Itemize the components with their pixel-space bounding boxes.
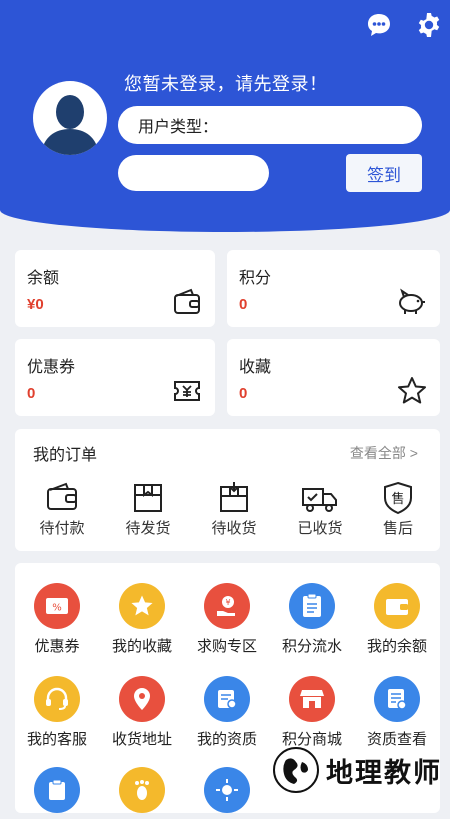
coupon-value: 0 (27, 385, 36, 402)
balance-card[interactable]: 余额 ¥0 (15, 250, 215, 327)
order-label: 待收货 (211, 520, 257, 537)
signin-button[interactable]: 签到 (346, 154, 422, 192)
footprint-icon (119, 767, 165, 813)
orders-card: 我的订单 查看全部 > 待付款 待发货 待收货 已收货 售 售后 (15, 429, 440, 551)
user-info-pill (118, 155, 269, 191)
grid-label: 我的收藏 (111, 638, 172, 655)
order-after-sales[interactable]: 售 售后 (366, 481, 430, 538)
wallet-icon (174, 288, 200, 314)
truck-icon (302, 488, 337, 512)
grid-item-row3-3[interactable] (187, 767, 267, 819)
user-type-field: 用户类型： (118, 106, 422, 144)
grid-item-row3-1[interactable] (17, 767, 97, 819)
grid-item-customer-service[interactable]: 我的客服 (17, 676, 97, 749)
grid-item-my-qualification[interactable]: 我的资质 (187, 676, 267, 749)
coupon-icon: % (34, 583, 80, 629)
grid-label: 我的客服 (26, 731, 87, 748)
grid-label: 求购专区 (196, 638, 257, 655)
grid-item-my-balance[interactable]: 我的余额 (357, 583, 437, 656)
svg-text:¥: ¥ (225, 598, 230, 607)
avatar[interactable] (33, 81, 107, 155)
after-sales-shield-icon: 售 (384, 481, 412, 515)
wallet-icon (374, 583, 420, 629)
grid-item-view-qualification[interactable]: 资质查看 (357, 676, 437, 749)
order-label: 售后 (382, 520, 413, 537)
grid-item-coupon[interactable]: % 优惠券 (17, 583, 97, 656)
grid-item-shipping-address[interactable]: 收货地址 (102, 676, 182, 749)
piggy-bank-icon (399, 288, 425, 314)
svg-text:售: 售 (391, 491, 404, 507)
grid-label: 优惠券 (34, 638, 80, 655)
points-value: 0 (239, 296, 248, 313)
svg-text:%: % (52, 603, 62, 614)
star-icon (398, 377, 426, 404)
order-label: 已收货 (297, 520, 343, 537)
coupon-card[interactable]: 优惠券 0 (15, 339, 215, 416)
view-all-orders-link[interactable]: 查看全部 > (350, 443, 418, 463)
grid-item-points-mall[interactable]: 积分商城 (272, 676, 352, 749)
points-label: 积分 (239, 270, 272, 287)
balance-label: 余额 (27, 270, 60, 287)
grid-item-points-history[interactable]: 积分流水 (272, 583, 352, 656)
favorites-card[interactable]: 收藏 0 (227, 339, 440, 416)
grid-label: 我的余额 (366, 638, 427, 655)
hand-coin-icon: ¥ (204, 583, 250, 629)
order-pending-receipt[interactable]: 待收货 (202, 481, 266, 538)
user-silhouette-icon (41, 95, 99, 155)
clipboard-icon (289, 583, 335, 629)
package-icon (134, 484, 162, 512)
document-check-icon (374, 676, 420, 722)
wallet-icon (47, 482, 77, 510)
order-received[interactable]: 已收货 (288, 481, 352, 538)
notepad-icon (34, 767, 80, 813)
grid-item-my-favorites[interactable]: 我的收藏 (102, 583, 182, 656)
chat-icon[interactable] (364, 10, 394, 40)
balance-value: ¥0 (27, 296, 44, 313)
grid-label: 收货地址 (111, 731, 172, 748)
globe-logo-icon (273, 747, 319, 793)
coupon-label: 优惠券 (27, 359, 76, 376)
watermark-text: 地理教师 (326, 757, 442, 788)
coupon-icon (174, 381, 200, 401)
user-type-label: 用户类型： (138, 119, 219, 136)
settings-icon[interactable] (414, 10, 444, 40)
grid-item-row3-2[interactable] (102, 767, 182, 819)
favorites-label: 收藏 (239, 359, 272, 376)
login-prompt[interactable]: 您暂未登录，请先登录！ (124, 70, 328, 96)
grid-label: 积分流水 (281, 638, 342, 655)
sun-icon (204, 767, 250, 813)
favorites-value: 0 (239, 385, 248, 402)
orders-title: 我的订单 (33, 447, 98, 464)
order-pending-payment[interactable]: 待付款 (30, 481, 94, 538)
box-receive-icon (220, 482, 248, 512)
order-label: 待发货 (125, 520, 171, 537)
watermark: 地理教师 (272, 746, 442, 794)
grid-label: 我的资质 (196, 731, 257, 748)
location-pin-icon (119, 676, 165, 722)
shop-icon (289, 676, 335, 722)
star-icon (119, 583, 165, 629)
order-pending-shipment[interactable]: 待发货 (116, 481, 180, 538)
points-card[interactable]: 积分 0 (227, 250, 440, 327)
headset-icon (34, 676, 80, 722)
certificate-icon (204, 676, 250, 722)
order-label: 待付款 (39, 520, 85, 537)
grid-item-purchase-zone[interactable]: ¥ 求购专区 (187, 583, 267, 656)
